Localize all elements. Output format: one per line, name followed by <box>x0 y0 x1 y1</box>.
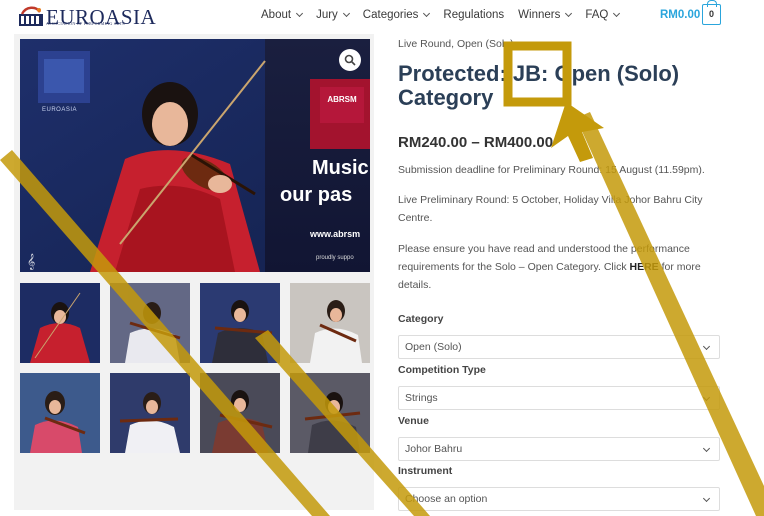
category-select[interactable]: Open (Solo) <box>398 335 720 359</box>
thumbnail-6[interactable] <box>110 373 190 453</box>
competition-type-value: Strings <box>405 392 438 404</box>
annotation-arrow-head <box>551 102 604 162</box>
chevron-down-icon <box>702 444 711 453</box>
chevron-down-icon <box>296 9 304 18</box>
chevron-down-icon <box>342 9 350 18</box>
here-link[interactable]: HERE <box>630 261 659 273</box>
requirements-line-2: requirements for the Solo – Open Categor… <box>398 258 718 276</box>
cart-total[interactable]: RM0.00 <box>660 9 700 21</box>
music-note-icon: 𝄞 <box>27 253 36 269</box>
nav-faq[interactable]: FAQ <box>585 9 621 21</box>
chevron-down-icon <box>423 9 431 18</box>
competition-type-label: Competition Type <box>398 364 486 376</box>
live-round-text: Live Preliminary Round: 5 October, Holid… <box>398 191 718 227</box>
live-round-line-1: Live Preliminary Round: 5 October, Holid… <box>398 194 703 206</box>
banner-text-our-pas: our pas <box>280 184 353 206</box>
nav-faq-label: FAQ <box>585 9 609 21</box>
category-select-value: Open (Solo) <box>405 341 462 353</box>
nav-regulations-label: Regulations <box>443 9 505 21</box>
chevron-down-icon <box>702 393 711 402</box>
thumbnail-7[interactable] <box>200 373 280 453</box>
thumbnail-5[interactable] <box>20 373 100 453</box>
chevron-down-icon <box>702 494 711 503</box>
product-title-line-1: Protected: JB: Open (Solo) <box>398 61 680 86</box>
product-categories[interactable]: Live Round, Open (Solo) <box>398 38 514 50</box>
banner-text-music: Music <box>312 157 369 179</box>
requirements-text: Please ensure you have read and understo… <box>398 240 718 294</box>
main-product-image[interactable]: ABRSM EUROASIA Music our pas www.abrsm p… <box>20 39 370 272</box>
submission-deadline-text: Submission deadline for Preliminary Roun… <box>398 164 705 176</box>
nav-categories-label: Categories <box>362 9 419 21</box>
venue-select-value: Johor Bahru <box>405 443 463 455</box>
chevron-down-icon <box>613 9 621 18</box>
product-title-line-2: Category <box>398 85 494 110</box>
search-icon <box>344 54 356 66</box>
euroasia-banner-label: EUROASIA <box>42 107 78 113</box>
cart-icon[interactable]: 0 <box>702 0 721 25</box>
nav-jury-label: Jury <box>316 9 338 21</box>
venue-label: Venue <box>398 415 429 427</box>
nav-about[interactable]: About <box>261 9 304 21</box>
requirements-line-1: Please ensure you have read and understo… <box>398 243 690 255</box>
site-header: EUROASIA ASSOCIATION OF PERFORMING ARTS … <box>0 0 764 34</box>
nav-winners-label: Winners <box>518 9 561 21</box>
instrument-label: Instrument <box>398 465 453 477</box>
logo-subtitle: ASSOCIATION OF PERFORMING ARTS <box>46 21 125 26</box>
category-label: Category <box>398 313 444 325</box>
thumbnail-2[interactable] <box>110 283 190 363</box>
nav-about-label: About <box>261 9 292 21</box>
requirements-line-3: details. <box>398 279 432 291</box>
piano-logo-icon <box>18 6 44 28</box>
thumbnail-4[interactable] <box>290 283 370 363</box>
banner-text-url: www.abrsm <box>310 229 361 239</box>
abrsm-label: ABRSM <box>327 95 357 104</box>
nav-categories[interactable]: Categories <box>362 9 431 21</box>
product-price: RM240.00 – RM400.00 <box>398 134 554 151</box>
instrument-select[interactable]: Choose an option <box>398 487 720 511</box>
thumbnail-8[interactable] <box>290 373 370 453</box>
banner-text-proudly: proudly suppo <box>316 255 354 261</box>
requirements-pre: requirements for the Solo – Open Categor… <box>398 261 630 273</box>
requirements-post: for more <box>658 261 701 273</box>
nav-regulations[interactable]: Regulations <box>443 9 504 21</box>
main-nav: About Jury Categories Regulations Winner… <box>261 9 621 21</box>
thumbnail-3[interactable] <box>200 283 280 363</box>
chevron-down-icon <box>565 9 573 18</box>
product-title: Protected: JB: Open (Solo) Category <box>398 62 728 110</box>
zoom-button[interactable] <box>339 49 361 71</box>
instrument-select-value: Choose an option <box>405 493 488 505</box>
competition-type-select[interactable]: Strings <box>398 386 720 410</box>
venue-select[interactable]: Johor Bahru <box>398 437 720 461</box>
chevron-down-icon <box>702 342 711 351</box>
nav-jury[interactable]: Jury <box>316 9 350 21</box>
thumbnail-1[interactable] <box>20 283 100 363</box>
live-round-line-2: Centre. <box>398 212 433 224</box>
nav-winners[interactable]: Winners <box>518 9 573 21</box>
